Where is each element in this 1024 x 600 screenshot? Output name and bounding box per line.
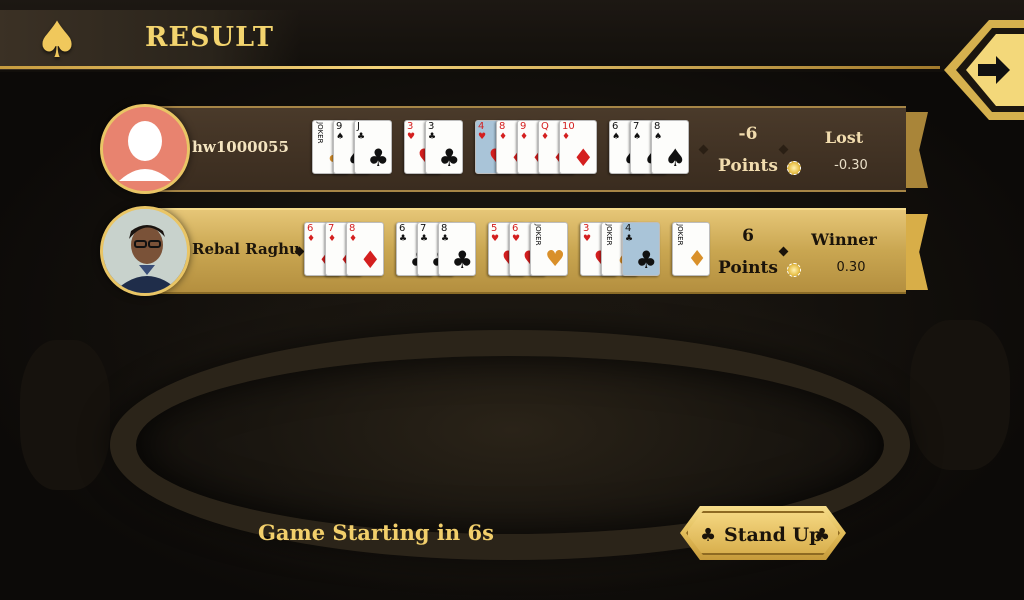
playing-card: 8♦♦ xyxy=(346,222,384,276)
chip-icon xyxy=(787,263,801,277)
header-bar: ♠ RESULT xyxy=(0,0,1024,72)
stand-up-label: Stand Up xyxy=(724,524,823,546)
playing-card: JOKER ♥ xyxy=(530,222,568,276)
points-label: Points xyxy=(718,156,778,176)
points-value: -6 xyxy=(738,124,758,144)
playing-card: JOKER ♦ xyxy=(672,222,710,276)
club-icon: ♣ xyxy=(814,525,831,546)
avatar xyxy=(100,104,190,194)
amount-value: -0.30 xyxy=(834,158,868,173)
player-result-row: hw1000055 JOKER♣9♠♠J♣♣3♥♥3♣♣4♥♥8♦♦9♦♦Q♦♦… xyxy=(100,104,928,194)
avatar xyxy=(100,206,190,296)
playing-card: 10 ♦ ♦ xyxy=(559,120,597,174)
playing-card: 4 ♣ ♣ xyxy=(622,222,660,276)
status-badge: Lost xyxy=(824,128,864,147)
chip-icon xyxy=(787,161,801,175)
arrow-right-icon[interactable] xyxy=(944,20,1024,120)
playing-card: 3 ♣ ♣ xyxy=(425,120,463,174)
game-table-background xyxy=(0,0,1024,600)
stand-up-button[interactable]: ♣ Stand Up ♣ xyxy=(680,506,846,560)
countdown-text: Game Starting in 6s xyxy=(258,520,494,545)
playing-card: 8 ♠ ♠ xyxy=(651,120,689,174)
status-badge: Winner xyxy=(811,230,877,249)
player-photo xyxy=(103,209,187,293)
points-label: Points xyxy=(718,258,778,278)
card-hand: 6♦♦7♦♦8♦♦6♣♣7♣♣8♣♣5♥♥6♥♥JOKER♥3♥♥JOKER♠4… xyxy=(304,222,710,280)
player-result-row: Rebal Raghu 6♦♦7♦♦8♦♦6♣♣7♣♣8♣♣5♥♥6♥♥JOKE… xyxy=(100,206,928,296)
default-user-icon xyxy=(103,107,187,191)
club-icon: ♣ xyxy=(700,525,717,546)
amount-value: 0.30 xyxy=(836,260,866,275)
page-title: RESULT xyxy=(145,22,274,53)
player-name: Rebal Raghu xyxy=(192,240,300,258)
playing-card: 8 ♣ ♣ xyxy=(438,222,476,276)
points-value: 6 xyxy=(742,226,754,246)
card-hand: JOKER♣9♠♠J♣♣3♥♥3♣♣4♥♥8♦♦9♦♦Q♦♦10♦♦6♠♠7♠♠… xyxy=(312,120,689,178)
spade-icon: ♠ xyxy=(34,11,80,69)
playing-card: J ♣ ♣ xyxy=(354,120,392,174)
player-name: hw1000055 xyxy=(192,138,289,156)
